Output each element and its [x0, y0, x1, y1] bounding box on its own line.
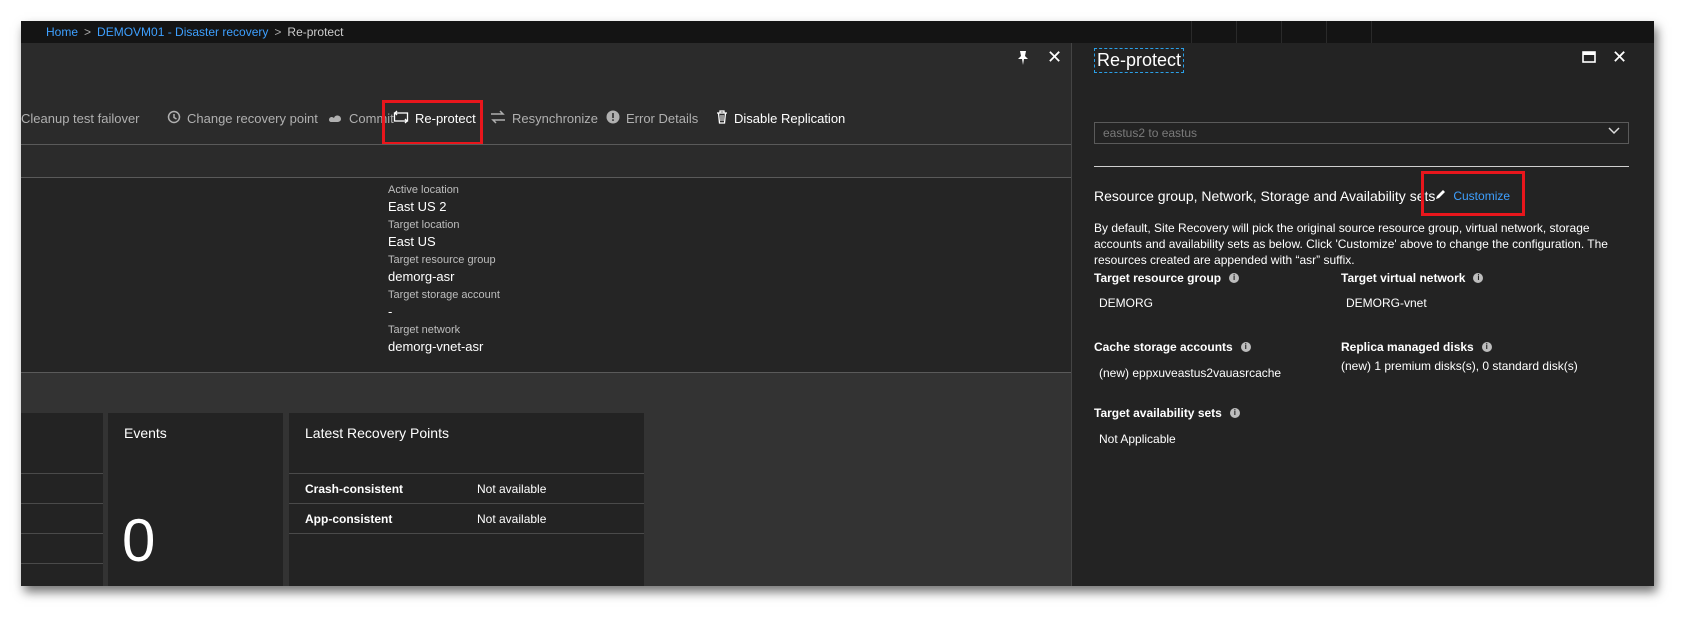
target-virtual-network-label-text: Target virtual network: [1341, 271, 1466, 285]
resynchronize-label: Resynchronize: [512, 110, 598, 126]
cache-storage-accounts-label-text: Cache storage accounts: [1094, 340, 1233, 354]
chevron-down-icon: [1608, 124, 1620, 139]
replica-managed-disks-field-label: Replica managed disks i: [1341, 340, 1492, 354]
maximize-icon[interactable]: [1582, 51, 1596, 67]
breadcrumb: Home > DEMOVM01 - Disaster recovery > Re-pro…: [46, 25, 343, 39]
cleanup-test-failover-label: Cleanup test failover: [21, 110, 140, 126]
health-tile[interactable]: [21, 413, 103, 586]
breadcrumb-current: Re-protect: [287, 25, 344, 39]
breadcrumb-vm[interactable]: DEMOVM01 - Disaster recovery: [97, 25, 268, 39]
app-consistent-label: App-consistent: [305, 512, 393, 526]
top-bar: Home > DEMOVM01 - Disaster recovery > Re-pro…: [21, 21, 1654, 43]
azure-portal-window: Home > DEMOVM01 - Disaster recovery > Re-pro…: [21, 21, 1654, 586]
info-icon[interactable]: i: [1240, 342, 1251, 352]
target-virtual-network-field-label: Target virtual network i: [1341, 271, 1484, 285]
events-tile[interactable]: Events 0: [108, 413, 283, 586]
app-consistent-value: Not available: [477, 512, 547, 526]
direction-dropdown[interactable]: eastus2 to eastus: [1094, 122, 1629, 144]
description-text: By default, Site Recovery will pick the …: [1094, 221, 1608, 267]
tile-row-divider: [289, 473, 644, 474]
disable-replication-button[interactable]: Disable Replication: [716, 103, 845, 133]
replica-managed-disks-label-text: Replica managed disks: [1341, 340, 1474, 354]
change-recovery-point-button[interactable]: Change recovery point: [167, 103, 318, 133]
resynchronize-button[interactable]: Resynchronize: [490, 103, 598, 133]
commit-icon: [327, 110, 343, 127]
target-resource-group-value: demorg-asr: [388, 269, 455, 284]
error-icon: [606, 110, 620, 127]
close-icon[interactable]: ✕: [1612, 48, 1627, 66]
command-toolbar: Cleanup test failover Change recovery po…: [21, 103, 1071, 133]
topbar-divider: [1326, 21, 1327, 43]
target-location-value: East US: [388, 234, 436, 249]
target-availability-sets-field-label: Target availability sets i: [1094, 406, 1240, 420]
info-icon[interactable]: i: [1481, 342, 1492, 352]
target-network-label: Target network: [388, 324, 461, 336]
close-icon[interactable]: ✕: [1047, 48, 1062, 66]
topbar-divider: [1236, 21, 1237, 43]
change-recovery-point-label: Change recovery point: [187, 110, 318, 126]
target-resource-group-field-label: Target resource group i: [1094, 271, 1240, 285]
active-location-label: Active location: [388, 184, 459, 196]
tile-row-divider: [289, 503, 644, 504]
disaster-recovery-blade: ✕ Cleanup test failover Change recovery …: [21, 43, 1071, 586]
recovery-points-title: Latest Recovery Points: [305, 425, 449, 441]
section-divider: [1094, 166, 1629, 167]
cleanup-test-failover-button[interactable]: Cleanup test failover: [21, 103, 140, 133]
topbar-divider: [1281, 21, 1282, 43]
tile-row-divider: [21, 533, 103, 534]
recovery-points-tile[interactable]: Latest Recovery Points Crash-consistent …: [289, 413, 644, 586]
resync-icon: [490, 109, 506, 127]
direction-dropdown-value: eastus2 to eastus: [1103, 126, 1198, 140]
monitoring-area: Events 0 Latest Recovery Points Crash-co…: [21, 373, 1071, 586]
cache-storage-accounts-field-label: Cache storage accounts i: [1094, 340, 1251, 354]
topbar-divider: [1371, 21, 1372, 43]
error-details-label: Error Details: [626, 110, 699, 126]
pin-icon[interactable]: [1016, 50, 1030, 70]
breadcrumb-separator: >: [84, 25, 92, 39]
disable-replication-label: Disable Replication: [734, 110, 846, 126]
history-icon: [167, 110, 181, 127]
target-availability-sets-field-value: Not Applicable: [1099, 432, 1176, 446]
active-location-value: East US 2: [388, 199, 447, 214]
reprotect-highlight-box: [382, 100, 483, 145]
toolbar-divider: [21, 144, 1071, 145]
events-title: Events: [124, 425, 167, 441]
section-heading: Resource group, Network, Storage and Ava…: [1094, 188, 1436, 204]
tile-row-divider: [21, 503, 103, 504]
trash-icon: [716, 109, 728, 127]
target-network-value: demorg-vnet-asr: [388, 339, 484, 354]
target-location-label: Target location: [388, 219, 460, 231]
info-icon[interactable]: i: [1473, 273, 1484, 283]
target-resource-group-field-value: DEMORG: [1099, 296, 1153, 310]
customize-highlight-box: [1421, 171, 1525, 216]
target-resource-group-label-text: Target resource group: [1094, 271, 1222, 285]
info-icon[interactable]: i: [1229, 408, 1240, 418]
breadcrumb-separator: >: [274, 25, 282, 39]
target-storage-account-value: -: [388, 304, 393, 319]
crash-consistent-value: Not available: [477, 482, 547, 496]
error-details-button[interactable]: Error Details: [606, 103, 698, 133]
target-resource-group-label: Target resource group: [388, 254, 496, 266]
target-availability-sets-label-text: Target availability sets: [1094, 406, 1222, 420]
tile-row-divider: [21, 473, 103, 474]
target-virtual-network-field-value: DEMORG-vnet: [1346, 296, 1427, 310]
cache-storage-accounts-field-value: (new) eppxuveastus2vauasrcache: [1099, 366, 1282, 380]
essentials-panel: [21, 178, 1071, 372]
reprotect-blade-title: Re-protect: [1094, 48, 1185, 73]
reprotect-blade: Re-protect ✕ eastus2 to eastus Resource …: [1071, 43, 1654, 586]
breadcrumb-home[interactable]: Home: [46, 25, 78, 39]
target-storage-account-label: Target storage account: [388, 289, 500, 301]
essentials-top-divider: [21, 177, 1071, 178]
topbar-divider: [1191, 21, 1192, 43]
events-count: 0: [122, 507, 156, 574]
tile-row-divider: [21, 563, 103, 564]
crash-consistent-label: Crash-consistent: [305, 482, 404, 496]
replica-managed-disks-field-value: (new) 1 premium disks(s), 0 standard dis…: [1341, 359, 1578, 373]
info-icon[interactable]: i: [1229, 273, 1240, 283]
tile-row-divider: [289, 533, 644, 534]
